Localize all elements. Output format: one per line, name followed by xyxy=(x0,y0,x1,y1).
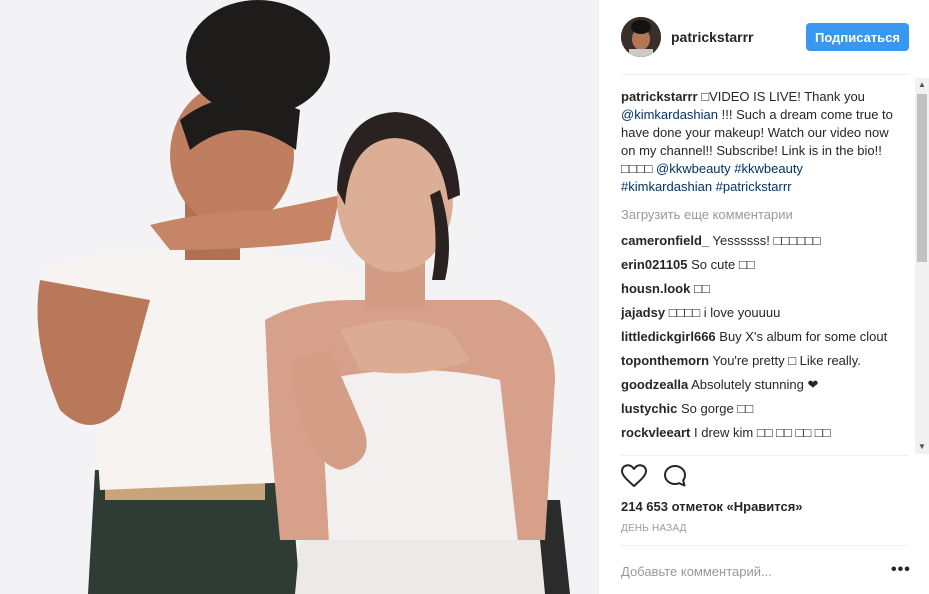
comment-item: goodzealla Absolutely stunning ❤ xyxy=(621,376,897,394)
comment-item: rockvleeart I drew kim □□ □□ □□ □□ xyxy=(621,424,897,442)
comment-username[interactable]: goodzealla xyxy=(621,377,688,392)
comment-username[interactable]: toponthemorn xyxy=(621,353,709,368)
comments-scrollbar[interactable]: ▲ ▼ xyxy=(915,78,929,454)
add-comment-input[interactable] xyxy=(621,560,861,582)
comment-text: I drew kim □□ □□ □□ □□ xyxy=(694,425,831,440)
scroll-up-arrow-icon[interactable]: ▲ xyxy=(915,78,929,92)
comment-item: toponthemorn You're pretty □ Like really… xyxy=(621,352,897,370)
comment-username[interactable]: lustychic xyxy=(621,401,677,416)
comment-item: erin021105 So cute □□ xyxy=(621,256,897,274)
divider xyxy=(621,74,909,75)
comment-item: littledickgirl666 Buy X's album for some… xyxy=(621,328,897,346)
comment-text: Buy X's album for some clout xyxy=(719,329,888,344)
avatar[interactable] xyxy=(621,17,661,57)
comment-item: lustychic So gorge □□ xyxy=(621,400,897,418)
comment-username[interactable]: cameronfield_ xyxy=(621,233,709,248)
load-more-comments-button[interactable]: Загрузить еще комментарии xyxy=(621,206,897,224)
comment-username[interactable]: rockvleeart xyxy=(621,425,690,440)
comment-text: Yessssss! □□□□□□ xyxy=(712,233,821,248)
post-detail-panel: patrickstarrr Подписаться patrickstarrr … xyxy=(598,0,929,594)
post-header: patrickstarrr Подписаться xyxy=(621,14,909,60)
comment-item: cameronfield_ Yessssss! □□□□□□ xyxy=(621,232,897,250)
post-actions xyxy=(621,464,687,492)
comment-username[interactable]: housn.look xyxy=(621,281,690,296)
comment-item: jajadsy □□□□ i love youuuu xyxy=(621,304,897,322)
comment-text: □□□□ i love youuuu xyxy=(668,305,781,320)
mention-link[interactable]: @kimkardashian xyxy=(621,107,718,122)
comment-text: □□ xyxy=(693,281,710,296)
hashtag-link[interactable]: #kkwbeauty xyxy=(734,161,803,176)
hashtag-link[interactable]: #kimkardashian xyxy=(621,179,712,194)
divider xyxy=(621,455,909,456)
likes-count[interactable]: 214 653 отметок «Нравится» xyxy=(621,499,803,514)
caption-username[interactable]: patrickstarrr xyxy=(621,89,698,104)
comment-text: So gorge □□ xyxy=(680,401,754,416)
post-image xyxy=(0,0,598,594)
comment-text: Absolutely stunning ❤ xyxy=(691,377,819,392)
comments-list[interactable]: patrickstarrr □VIDEO IS LIVE! Thank you … xyxy=(621,88,897,456)
comment-text: So cute □□ xyxy=(691,257,755,272)
comment-text: You're pretty □ Like really. xyxy=(712,353,861,368)
mention-link[interactable]: @kkwbeauty xyxy=(656,161,731,176)
comment-username[interactable]: littledickgirl666 xyxy=(621,329,716,344)
comment-bubble-icon xyxy=(664,465,686,487)
follow-button[interactable]: Подписаться xyxy=(805,23,909,51)
post-timestamp[interactable]: ДЕНЬ НАЗАД xyxy=(621,523,687,534)
comment-item: housn.look □□ xyxy=(621,280,897,298)
caption-text: □VIDEO IS LIVE! Thank you xyxy=(697,89,865,104)
post-username[interactable]: patrickstarrr xyxy=(671,29,806,45)
comment-username[interactable]: jajadsy xyxy=(621,305,665,320)
scroll-down-arrow-icon[interactable]: ▼ xyxy=(915,440,929,454)
comment-button[interactable] xyxy=(663,464,687,492)
post-photo[interactable] xyxy=(0,0,598,594)
like-button[interactable] xyxy=(621,464,647,492)
hashtag-link[interactable]: #patrickstarrr xyxy=(716,179,792,194)
scrollbar-thumb[interactable] xyxy=(917,94,927,262)
divider xyxy=(621,545,909,546)
more-options-button[interactable]: ••• xyxy=(891,562,911,578)
heart-icon xyxy=(621,464,647,487)
comment-username[interactable]: erin021105 xyxy=(621,257,688,272)
post-caption: patrickstarrr □VIDEO IS LIVE! Thank you … xyxy=(621,88,897,196)
